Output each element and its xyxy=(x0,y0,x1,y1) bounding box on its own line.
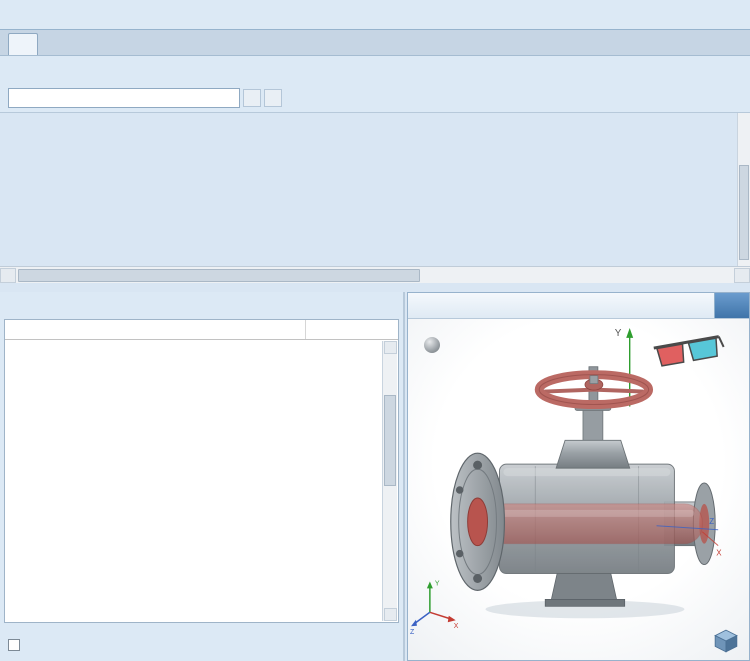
topology-vertical-scrollbar[interactable] xyxy=(382,341,397,621)
scrollbar-track[interactable] xyxy=(16,268,734,283)
topology-header-row xyxy=(5,320,398,340)
svg-text:Z: Z xyxy=(410,629,415,636)
scroll-down-icon[interactable] xyxy=(384,608,397,621)
scroll-left-icon[interactable] xyxy=(0,268,16,283)
valve-3d-model: Y xyxy=(408,319,749,660)
svg-text:Y: Y xyxy=(435,580,440,587)
search-filter-bar xyxy=(0,84,750,112)
scroll-up-icon[interactable] xyxy=(384,341,397,354)
tab-technische-angaben[interactable] xyxy=(714,293,749,318)
topology-table xyxy=(4,319,399,623)
svg-text:Z: Z xyxy=(709,517,714,526)
column-header-name[interactable] xyxy=(5,320,306,339)
features-3d-toggle[interactable] xyxy=(8,639,26,651)
viewer-3d-canvas[interactable]: Y xyxy=(408,319,749,660)
svg-text:Y: Y xyxy=(615,328,622,339)
previous-match-button[interactable] xyxy=(243,89,261,107)
reference-sphere xyxy=(424,337,440,353)
table-vertical-scrollbar[interactable] xyxy=(737,113,750,266)
viewer-panel: Y xyxy=(407,292,750,661)
main-tab-bar xyxy=(0,0,750,30)
parts-table xyxy=(0,112,750,113)
svg-text:X: X xyxy=(716,549,722,558)
axis-triad-icon: Y X Z xyxy=(410,580,459,636)
document-tab-bar xyxy=(0,30,750,56)
search-input[interactable] xyxy=(8,88,240,108)
scrollbar-thumb[interactable] xyxy=(739,165,749,260)
next-match-button[interactable] xyxy=(264,89,282,107)
3d-cube-icon[interactable] xyxy=(713,628,739,654)
view-mode-tab-bar xyxy=(0,56,750,84)
features-3d-checkbox[interactable] xyxy=(8,639,20,651)
document-tab[interactable] xyxy=(8,33,38,55)
scrollbar-thumb[interactable] xyxy=(384,395,396,486)
table-horizontal-scrollbar[interactable] xyxy=(0,266,750,283)
scroll-right-icon[interactable] xyxy=(734,268,750,283)
info-panel xyxy=(0,292,405,661)
svg-text:X: X xyxy=(454,623,459,630)
scrollbar-thumb[interactable] xyxy=(18,269,420,282)
viewer-header xyxy=(408,293,749,319)
scrollbar-track[interactable] xyxy=(383,354,397,608)
info-panel-tab-bar xyxy=(0,292,403,318)
topology-rows xyxy=(5,340,398,622)
